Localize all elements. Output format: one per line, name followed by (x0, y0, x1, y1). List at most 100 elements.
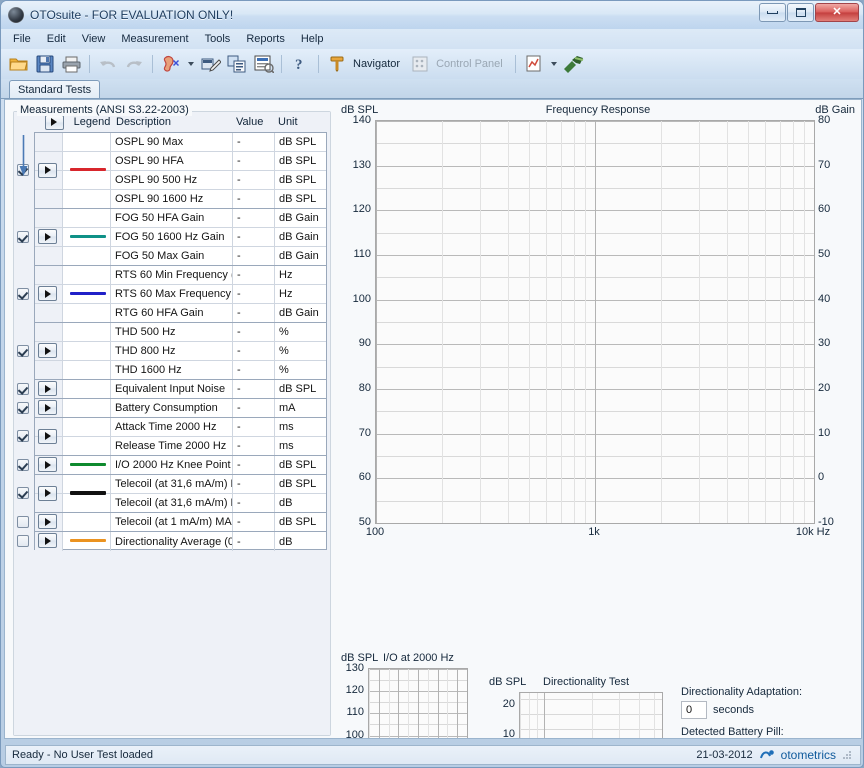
directionality-adaptation-input[interactable]: 0 (681, 701, 707, 719)
row-value: - (233, 304, 275, 322)
table-row[interactable]: OSPL 90 Max - dB SPL (35, 133, 326, 152)
row-value: - (233, 380, 275, 398)
menu-tools[interactable]: Tools (197, 31, 239, 47)
row-play-button[interactable] (38, 400, 57, 415)
table-row[interactable]: THD 800 Hz -% (35, 342, 326, 361)
row-enable-checkbox[interactable] (17, 382, 29, 395)
menu-measurement[interactable]: Measurement (113, 31, 196, 47)
menu-edit[interactable]: Edit (39, 31, 74, 47)
row-play-button[interactable] (38, 485, 57, 501)
save-icon[interactable] (33, 52, 57, 76)
table-row[interactable]: OSPL 90 1600 Hz - dB SPL (35, 190, 326, 209)
menu-help[interactable]: Help (293, 31, 332, 47)
navigator-label[interactable]: Navigator (351, 58, 406, 70)
row-enable-checkbox[interactable] (17, 287, 29, 300)
table-row[interactable]: RTG 60 HFA Gain - dB Gain (35, 304, 326, 323)
row-unit: dB Gain (279, 231, 319, 243)
ear-fitting-icon[interactable] (159, 52, 183, 76)
row-enable-checkbox[interactable] (17, 515, 29, 528)
table-row[interactable]: Attack Time 2000 Hz - ms (35, 418, 326, 437)
table-row[interactable]: Release Time 2000 Hz - ms (35, 437, 326, 456)
gridline-v (654, 693, 655, 738)
row-enable-checkbox[interactable] (17, 401, 29, 414)
report-icon[interactable] (251, 52, 275, 76)
redo-icon[interactable] (122, 52, 146, 76)
row-play-button[interactable] (38, 533, 57, 548)
minimize-icon (767, 11, 778, 14)
io-plot-area[interactable] (368, 668, 468, 738)
maximize-button[interactable] (787, 3, 814, 22)
table-row[interactable]: FOG 50 HFA Gain - dB Gain (35, 209, 326, 228)
menu-view[interactable]: View (74, 31, 114, 47)
toolbar-separator (281, 55, 282, 73)
play-all-button[interactable] (44, 114, 64, 130)
row-enable-checkbox[interactable] (17, 344, 29, 357)
row-play-button[interactable] (38, 286, 57, 301)
row-play-button[interactable] (38, 428, 57, 444)
row-description: Battery Consumption (111, 399, 233, 417)
axis-tick-label: 110 (346, 706, 364, 719)
minimize-button[interactable] (759, 3, 786, 22)
chevron-down-icon[interactable] (550, 62, 557, 66)
row-play-button[interactable] (38, 343, 57, 358)
row-play-button[interactable] (38, 381, 57, 396)
otometrics-tools-icon[interactable] (562, 52, 586, 76)
table-row[interactable]: FOG 50 Max Gain - dB Gain (35, 247, 326, 266)
group-separator (34, 512, 327, 513)
row-play-button[interactable] (38, 514, 57, 529)
row-description: OSPL 90 1600 Hz (111, 190, 233, 208)
measurements-grid: OSPL 90 Max - dB SPL OSPL 90 HFA - dB SPL OSPL… (34, 132, 327, 551)
table-row[interactable]: RTS 60 Min Frequency (F1)-Hz (35, 266, 326, 285)
table-row[interactable]: RTS 60 Max Frequency (F2)-Hz (35, 285, 326, 304)
table-row[interactable]: FOG 50 1600 Hz Gain - dB Gain (35, 228, 326, 247)
row-unit: dB Gain (279, 307, 319, 319)
axis-tick-label: 30 (818, 337, 831, 350)
edit-note-icon[interactable] (199, 52, 223, 76)
gridline-v (508, 121, 509, 523)
row-enable-checkbox[interactable] (17, 230, 29, 243)
table-row[interactable]: THD 1600 Hz -% (35, 361, 326, 380)
print-icon[interactable] (59, 52, 83, 76)
resize-grip[interactable] (842, 750, 852, 760)
table-row[interactable]: Telecoil (at 1 mA/m) MASL - dB SPL (35, 513, 326, 532)
row-legend-cell (63, 190, 111, 208)
row-play-button[interactable] (38, 457, 57, 472)
open-folder-icon[interactable] (7, 52, 31, 76)
row-enable-checkbox[interactable] (17, 534, 29, 547)
axis-tick-label: 70 (818, 158, 831, 171)
row-play-button[interactable] (38, 162, 57, 178)
gridline-v (537, 693, 538, 738)
menu-reports[interactable]: Reports (238, 31, 293, 47)
row-enable-checkbox[interactable] (17, 487, 29, 499)
table-row[interactable]: I/O 2000 Hz Knee Point - dB SPL (35, 456, 326, 475)
table-row[interactable]: OSPL 90 500 Hz - dB SPL (35, 171, 326, 190)
undo-icon[interactable] (96, 52, 120, 76)
main-toolbar: ? Navigator Control Panel (1, 49, 863, 79)
chart-export-icon[interactable] (522, 52, 546, 76)
help-icon[interactable]: ? (288, 52, 312, 76)
fr-plot-area[interactable] (375, 120, 815, 524)
table-row[interactable]: Directionality Average (0 s)-dB (35, 532, 326, 551)
menu-file[interactable]: File (5, 31, 39, 47)
table-row[interactable]: THD 500 Hz -% (35, 323, 326, 342)
navigator-pin-icon[interactable] (325, 52, 349, 76)
row-unit: mA (279, 402, 296, 414)
legend-color-line (70, 291, 106, 295)
row-description: RTG 60 HFA Gain (111, 304, 233, 322)
close-button[interactable]: ✕ (815, 3, 859, 22)
table-row[interactable]: Telecoil (at 31,6 mA/m) ETLS-dB (35, 494, 326, 513)
chevron-down-icon[interactable] (188, 62, 194, 66)
directionality-chart: dB SPL Directionality Test 20100-10 1k5k… (489, 652, 674, 738)
row-unit: % (279, 364, 289, 376)
table-row[interactable]: Battery Consumption - mA (35, 399, 326, 418)
axis-tick-label: 100 (345, 728, 364, 739)
copy-report-icon[interactable] (225, 52, 249, 76)
table-row[interactable]: Equivalent Input Noise - dB SPL (35, 380, 326, 399)
gridline-h (520, 729, 662, 730)
row-play-button[interactable] (38, 229, 57, 244)
tab-standard-tests[interactable]: Standard Tests (9, 80, 101, 98)
row-enable-checkbox[interactable] (17, 430, 29, 442)
row-enable-checkbox[interactable] (17, 458, 29, 471)
axis-tick-label: 100 (352, 292, 371, 305)
dir-plot-area[interactable] (519, 692, 663, 738)
